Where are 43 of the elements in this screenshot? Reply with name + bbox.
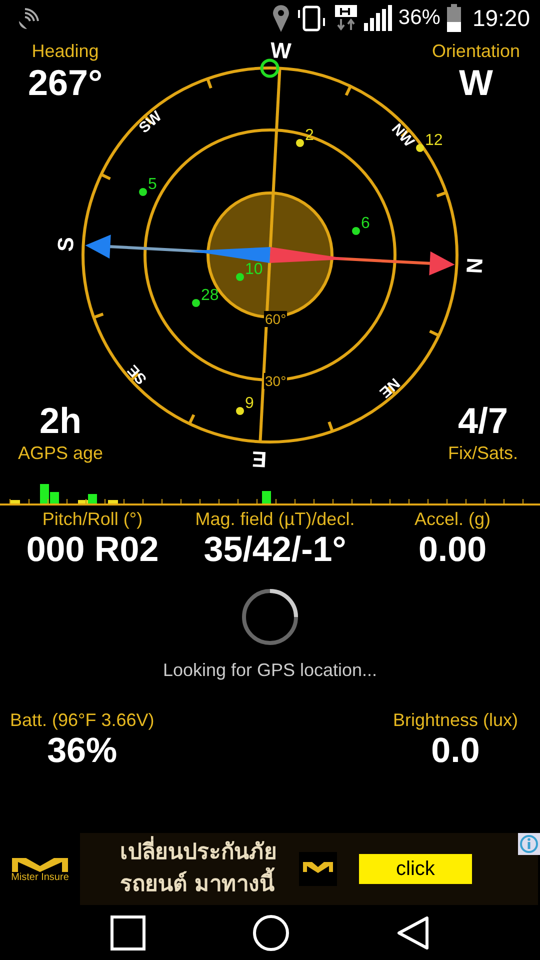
- satellite-label: 10: [245, 261, 263, 279]
- reading-value: 35/42/-1°: [204, 530, 346, 570]
- recents-icon[interactable]: [110, 914, 146, 950]
- heading-label: Heading: [32, 40, 99, 62]
- agps-label: AGPS age: [18, 442, 104, 464]
- reading-label: Accel. (g): [414, 508, 491, 530]
- agps-value: 2h: [40, 400, 82, 442]
- reading-label: Mag. field (µT)/decl.: [195, 508, 355, 530]
- sensor-label: Brightness (lux): [392, 709, 518, 731]
- satellite-label: 28: [201, 287, 219, 305]
- ad-banner[interactable]: เปลี่ยนประกันภัย รถยนต์ มาทางนี้ click: [80, 833, 538, 905]
- fix-value: 4/7: [458, 400, 508, 442]
- sensor-label: Batt. (96°F 3.66V): [10, 709, 154, 731]
- orientation-label: Orientation: [432, 40, 520, 62]
- satellite-label: 5: [148, 176, 157, 194]
- brand-logo[interactable]: Mister Insure: [0, 856, 80, 882]
- ad-text: เปลี่ยนประกันภัย รถยนต์ มาทางนี้: [120, 837, 277, 901]
- orientation-value: W: [458, 62, 493, 104]
- loading-spinner-icon: [241, 588, 299, 646]
- satellite-label: 12: [425, 132, 443, 150]
- sensor-value: 0.0: [431, 731, 480, 771]
- click-button[interactable]: click: [359, 854, 472, 884]
- elevation-label: 30°: [264, 373, 288, 389]
- reading-value: 0.00: [418, 530, 487, 570]
- location-pin-icon: [272, 4, 290, 32]
- satellite-label: 6: [361, 215, 370, 233]
- battery-percent: 36%: [398, 6, 440, 30]
- reading-value: 000 R02: [26, 530, 159, 570]
- home-icon[interactable]: [252, 914, 290, 952]
- back-icon[interactable]: [396, 914, 430, 950]
- reading-label: Pitch/Roll (°): [42, 508, 143, 530]
- status-message: Looking for GPS location...: [162, 660, 378, 681]
- data-transfer-icon: [334, 4, 358, 32]
- battery-icon: [446, 4, 462, 32]
- logo-icon: [299, 852, 337, 886]
- fix-label: Fix/Sats.: [448, 442, 518, 464]
- wireless-icon: [16, 7, 42, 29]
- clock: 19:20: [472, 4, 530, 32]
- signal-icon: [364, 5, 392, 31]
- sensor-value: 36%: [47, 731, 118, 771]
- heading-value: 267°: [28, 62, 102, 104]
- elevation-label: 60°: [264, 311, 288, 327]
- satellite-label: 9: [245, 395, 254, 413]
